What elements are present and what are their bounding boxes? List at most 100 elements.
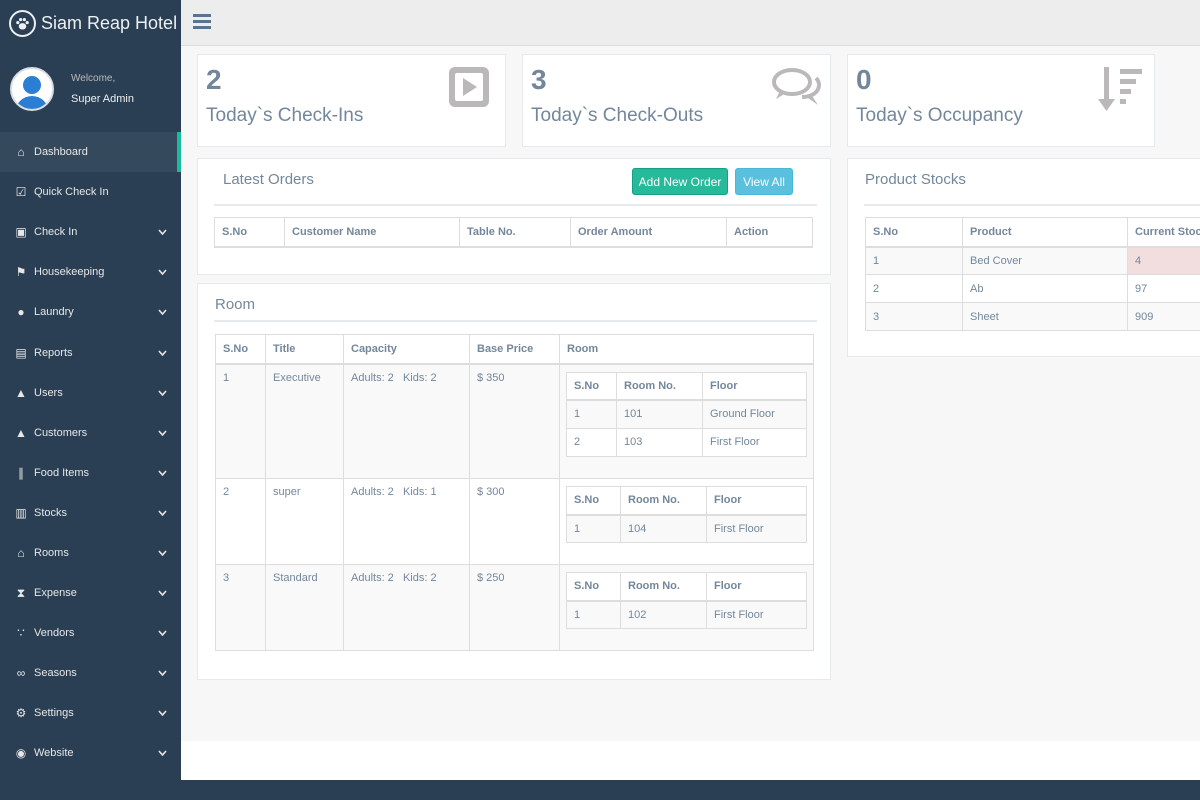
sidebar-item-laundry[interactable]: ● Laundry [0,292,181,332]
cell-sno: 1 [215,363,266,479]
cart-icon: ▥ [15,505,27,520]
sidebar-item-website[interactable]: ◉ Website [0,733,181,773]
brand[interactable]: Siam Reap Hotel [0,0,181,46]
column-header: Capacity [343,334,470,365]
panel-title: Product Stocks [865,171,966,188]
sidebar-item-users[interactable]: ▲ Users [0,373,181,413]
sidebar-item-label: Rooms [34,546,69,559]
cell-sno: 3 [865,302,963,331]
rooms-table: S.No Title Capacity Base Price Room 1 Exe… [215,334,814,651]
tile-check-ins: 2 Today`s Check-Ins [197,54,506,147]
sidebar-item-vendors[interactable]: ∵ Vendors [0,613,181,653]
view-all-button[interactable]: View All [735,168,793,195]
tile-check-outs: 3 Today`s Check-Outs [522,54,831,147]
column-header: S.No [566,486,621,516]
column-header: Customer Name [284,217,460,248]
footer [181,741,1200,780]
sidebar-item-label: Vendors [34,627,75,640]
sidebar-item-label: Customers [34,426,88,439]
sidebar-item-food-items[interactable]: ∥ Food Items [0,453,181,493]
latest-orders-panel: Latest Orders Add New Order View All S.N… [197,158,831,275]
sidebar-item-check-in[interactable]: ▣ Check In [0,212,181,252]
column-header: Room No. [620,486,707,516]
chevron-down-icon [158,588,167,598]
cell-sno: 2 [566,427,617,457]
sidebar-item-reports[interactable]: ▤ Reports [0,332,181,372]
cell-floor: First Floor [702,427,807,457]
tile-count: 2 [206,64,222,95]
menu-toggle-icon[interactable] [193,14,211,32]
cell-rooms: S.No Room No. Floor 1 102 First Floor [559,564,814,651]
cell-price: $ 250 [469,564,560,651]
chevron-down-icon [158,468,167,478]
sidebar-item-label: Users [34,386,63,399]
cell-stock: 97 [1127,274,1200,303]
sidebar-item-label: Seasons [34,667,77,680]
tile-count: 0 [856,64,872,95]
user-name: Super Admin [71,93,134,105]
add-new-order-button[interactable]: Add New Order [632,168,728,195]
chevron-down-icon [158,267,167,277]
handshake-icon: ∵ [17,626,25,641]
chevron-down-icon [158,388,167,398]
sidebar-item-dashboard[interactable]: ⌂ Dashboard [0,132,181,173]
sort-amount-desc-icon [1096,65,1142,111]
column-header: Floor [706,486,807,516]
cell-floor: First Floor [706,514,807,543]
home-icon: ⌂ [17,145,25,160]
main-content: 2 Today`s Check-Ins 3 Today`s Check-Outs… [181,46,1200,741]
cell-floor: First Floor [706,600,807,629]
tile-label: Today`s Check-Outs [531,105,704,126]
column-header: S.No [214,217,285,248]
sidebar-item-rooms[interactable]: ⌂ Rooms [0,533,181,573]
sidebar-item-stocks[interactable]: ▥ Stocks [0,493,181,533]
column-header: Room No. [616,371,703,401]
cell-rooms: S.No Room No. Floor 1 101 Ground Floor 2 103 Fir… [559,363,814,479]
sidebar-item-label: Expense [34,587,77,600]
cell-sno: 1 [566,514,621,543]
user-icon: ▲ [15,425,27,440]
sidebar-item-settings[interactable]: ⚙ Settings [0,693,181,733]
cell-title: Executive [265,363,344,479]
cell-title: Standard [265,564,344,651]
sidebar-item-seasons[interactable]: ∞ Seasons [0,653,181,693]
sidebar-item-housekeeping[interactable]: ⚑ Housekeeping [0,252,181,292]
sidebar-item-label: Quick Check In [34,186,109,199]
sidebar-item-quick-check-in[interactable]: ☑ Quick Check In [0,172,181,212]
tile-count: 3 [531,64,547,95]
sidebar-item-expense[interactable]: ⧗ Expense [0,573,181,613]
tile-label: Today`s Check-Ins [206,105,364,126]
panel-title: Latest Orders [223,171,314,188]
chevron-down-icon [158,428,167,438]
flag-icon: ⚑ [15,265,27,280]
chevron-down-icon [158,708,167,718]
user-icon: ▲ [15,385,27,400]
table-row: 2 Ab 97 [865,274,1200,303]
sidebar-item-label: Laundry [34,306,74,319]
cell-sno: 1 [566,600,621,629]
sidebar-menu: ⌂ Dashboard ☑ Quick Check In ▣ Check In ⚑ House… [0,132,181,774]
column-header: S.No [865,217,963,248]
column-header: Action [726,217,813,248]
cell-sno: 3 [215,564,266,651]
cell-sno: 2 [215,478,266,565]
sidebar-item-customers[interactable]: ▲ Customers [0,413,181,453]
brand-title: Siam Reap Hotel [41,12,178,33]
cell-room-no: 103 [616,427,703,457]
tile-occupancy: 0 Today`s Occupancy [847,54,1155,147]
table-row: 2 103 First Floor [566,427,807,457]
column-header: Floor [702,371,807,401]
cell-stock: 4 [1127,246,1200,275]
cell-room-no: 104 [620,514,707,543]
profile: Welcome, Super Admin [0,46,181,132]
tint-icon: ● [17,305,25,320]
room-panel: Room S.No Title Capacity Base Price Room… [197,283,831,680]
sidebar-item-label: Check In [34,226,78,239]
cell-capacity: Adults: 2 Kids: 2 [343,564,470,651]
gear-icon: ⚙ [15,706,27,721]
chevron-down-icon [158,307,167,317]
sidebar: Siam Reap Hotel Welcome, Super Admin ⌂ Da… [0,0,181,780]
table-row: 2 super Adults: 2 Kids: 1 $ 300 S.No Room No.… [215,478,814,565]
sidebar-item-label: Housekeeping [34,266,105,279]
sidebar-item-label: Stocks [34,506,68,519]
